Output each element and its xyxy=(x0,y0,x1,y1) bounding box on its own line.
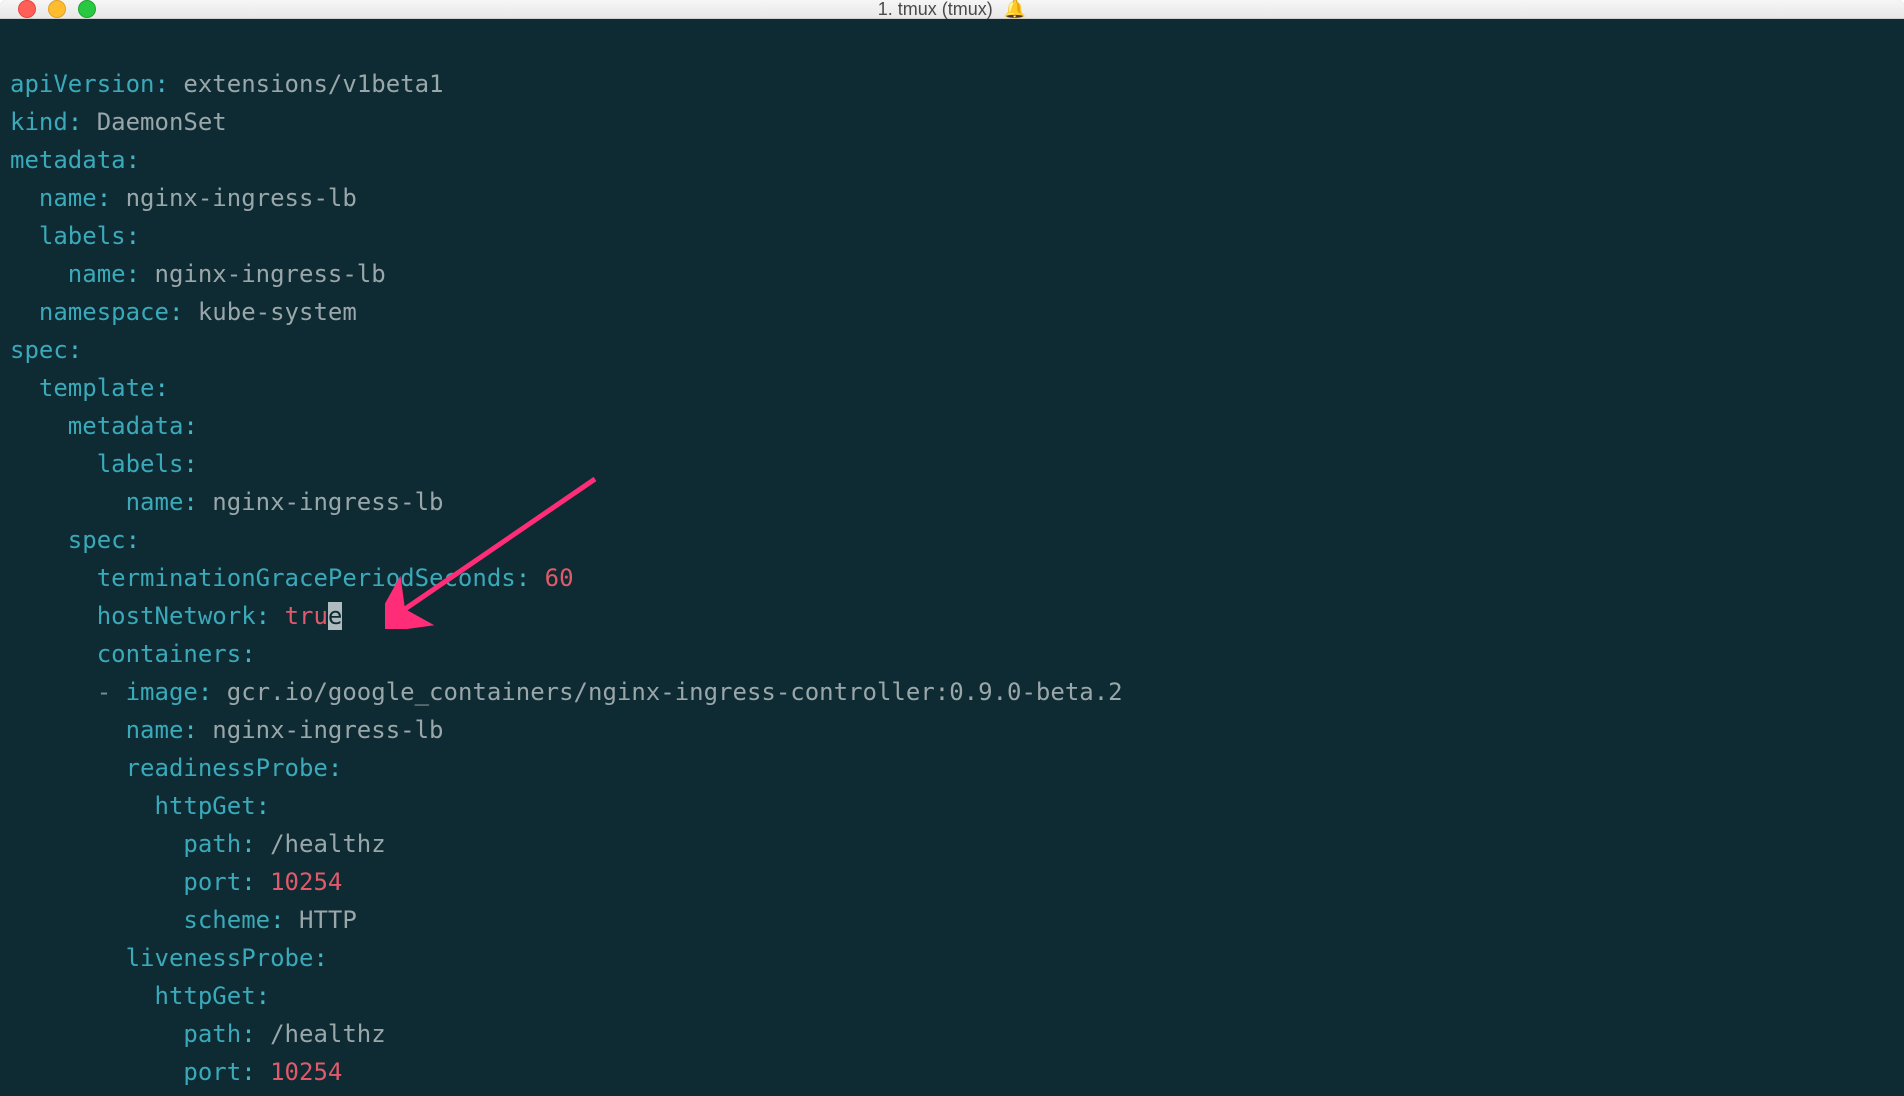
yaml-key: httpGet xyxy=(155,792,256,820)
yaml-value: nginx-ingress-lb xyxy=(212,716,443,744)
yaml-number: 60 xyxy=(545,564,574,592)
yaml-value: HTTP xyxy=(299,906,357,934)
window-title-text: 1. tmux (tmux) xyxy=(878,0,993,19)
yaml-key: metadata xyxy=(68,412,184,440)
yaml-key: kind xyxy=(10,108,68,136)
yaml-key: containers xyxy=(97,640,242,668)
yaml-number: 10254 xyxy=(270,1058,342,1086)
yaml-key: name xyxy=(126,716,184,744)
zoom-icon[interactable] xyxy=(78,0,96,18)
yaml-key: apiVersion xyxy=(10,70,155,98)
yaml-key: path xyxy=(183,1020,241,1048)
yaml-key: metadata xyxy=(10,146,126,174)
terminal-content[interactable]: apiVersion: extensions/v1beta1 kind: Dae… xyxy=(0,19,1904,1096)
yaml-dash: - xyxy=(97,678,111,706)
yaml-value: nginx-ingress-lb xyxy=(212,488,443,516)
yaml-key: port xyxy=(183,1058,241,1086)
text-cursor: e xyxy=(328,602,342,630)
yaml-key: labels xyxy=(39,222,126,250)
yaml-value: nginx-ingress-lb xyxy=(126,184,357,212)
yaml-value: gcr.io/google_containers/nginx-ingress-c… xyxy=(227,678,1123,706)
yaml-value: /healthz xyxy=(270,1020,386,1048)
yaml-value: extensions/v1beta1 xyxy=(183,70,443,98)
yaml-key: spec xyxy=(68,526,126,554)
window-controls xyxy=(0,0,96,18)
bell-icon: 🔔 xyxy=(1004,0,1026,19)
yaml-key: image xyxy=(126,678,198,706)
yaml-key: path xyxy=(183,830,241,858)
minimize-icon[interactable] xyxy=(48,0,66,18)
yaml-key: hostNetwork xyxy=(97,602,256,630)
yaml-key: template xyxy=(39,374,155,402)
yaml-key: labels xyxy=(97,450,184,478)
yaml-key: livenessProbe xyxy=(126,944,314,972)
yaml-key: httpGet xyxy=(155,982,256,1010)
yaml-value: nginx-ingress-lb xyxy=(155,260,386,288)
yaml-value: kube-system xyxy=(198,298,357,326)
yaml-number: 10254 xyxy=(270,868,342,896)
yaml-key: port xyxy=(183,868,241,896)
yaml-key: name xyxy=(126,488,184,516)
yaml-value: DaemonSet xyxy=(97,108,227,136)
close-icon[interactable] xyxy=(18,0,36,18)
yaml-value: /healthz xyxy=(270,830,386,858)
yaml-bool: true xyxy=(285,602,343,630)
yaml-key: name xyxy=(39,184,97,212)
yaml-key: scheme xyxy=(183,906,270,934)
window-title: 1. tmux (tmux) 🔔 xyxy=(0,0,1904,20)
yaml-key: spec xyxy=(10,336,68,364)
titlebar[interactable]: 1. tmux (tmux) 🔔 xyxy=(0,0,1904,19)
yaml-key: terminationGracePeriodSeconds xyxy=(97,564,516,592)
yaml-key: name xyxy=(68,260,126,288)
yaml-key: namespace xyxy=(39,298,169,326)
yaml-key: readinessProbe xyxy=(126,754,328,782)
terminal-window: 1. tmux (tmux) 🔔 apiVersion: extensions/… xyxy=(0,0,1904,1096)
